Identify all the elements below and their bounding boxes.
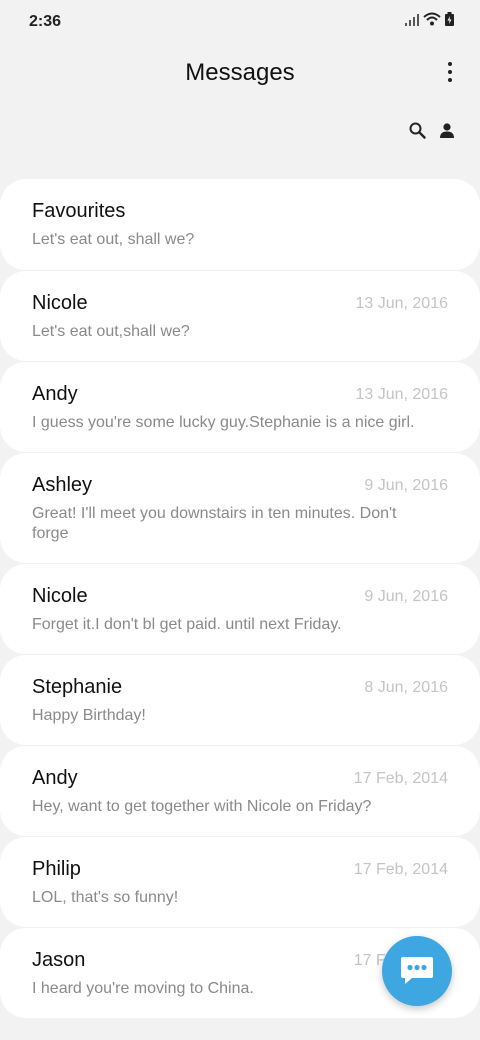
conversation-list: Favourites Let's eat out, shall we? Nico… xyxy=(0,179,480,1019)
conversation-item[interactable]: Stephanie 8 Jun, 2016 Happy Birthday! xyxy=(0,655,480,745)
toolbar-actions xyxy=(409,120,454,146)
conversation-item[interactable]: Andy 13 Jun, 2016 I guess you're some lu… xyxy=(0,362,480,452)
conversation-item[interactable]: Nicole 13 Jun, 2016 Let's eat out,shall … xyxy=(0,271,480,361)
more-options-button[interactable] xyxy=(444,60,456,84)
message-date: 8 Jun, 2016 xyxy=(364,679,448,696)
conversation-item[interactable]: Philip 17 Feb, 2014 LOL, that's so funny… xyxy=(0,837,480,927)
message-preview: Hey, want to get together with Nicole on… xyxy=(32,798,372,815)
message-preview: Forget it.I don't bl get paid. until nex… xyxy=(32,616,342,633)
message-preview: Happy Birthday! xyxy=(32,707,146,724)
message-date: 13 Jun, 2016 xyxy=(355,386,448,403)
message-date: 13 Jun, 2016 xyxy=(355,295,448,312)
search-icon xyxy=(409,122,426,139)
new-message-icon xyxy=(401,957,433,984)
wifi-icon xyxy=(423,12,441,31)
conversation-item[interactable]: Nicole 9 Jun, 2016 Forget it.I don't bl … xyxy=(0,564,480,654)
contacts-button[interactable] xyxy=(440,123,454,143)
message-preview: Let's eat out,shall we? xyxy=(32,323,190,340)
status-time: 2:36 xyxy=(29,13,62,30)
page-title: Messages xyxy=(185,59,295,86)
message-date: 17 Feb, 2014 xyxy=(353,770,448,787)
message-preview: I guess you're some lucky guy.Stephanie … xyxy=(32,414,415,431)
battery-icon xyxy=(445,12,454,31)
person-icon xyxy=(440,123,454,138)
conversation-item[interactable]: Favourites Let's eat out, shall we? xyxy=(0,179,480,270)
conversation-item[interactable]: Andy 17 Feb, 2014 Hey, want to get toget… xyxy=(0,746,480,836)
signal-icon xyxy=(405,13,419,31)
status-bar: 2:36 xyxy=(0,0,480,44)
contact-name: Favourites xyxy=(32,200,126,222)
search-button[interactable] xyxy=(409,122,426,144)
more-vert-icon xyxy=(448,62,452,66)
message-date: 9 Jun, 2016 xyxy=(364,477,448,494)
conversation-item[interactable]: Ashley 9 Jun, 2016 Great! I'll meet you … xyxy=(0,453,480,563)
status-icons xyxy=(405,12,454,31)
message-preview: Great! I'll meet you downstairs in ten m… xyxy=(32,505,397,542)
message-preview: Let's eat out, shall we? xyxy=(32,231,195,248)
message-date: 17 Feb, 2014 xyxy=(353,861,448,878)
message-preview: LOL, that's so funny! xyxy=(32,889,179,906)
message-date: 9 Jun, 2016 xyxy=(364,588,448,605)
compose-message-button[interactable] xyxy=(382,936,452,1006)
app-header: Messages xyxy=(0,44,480,104)
